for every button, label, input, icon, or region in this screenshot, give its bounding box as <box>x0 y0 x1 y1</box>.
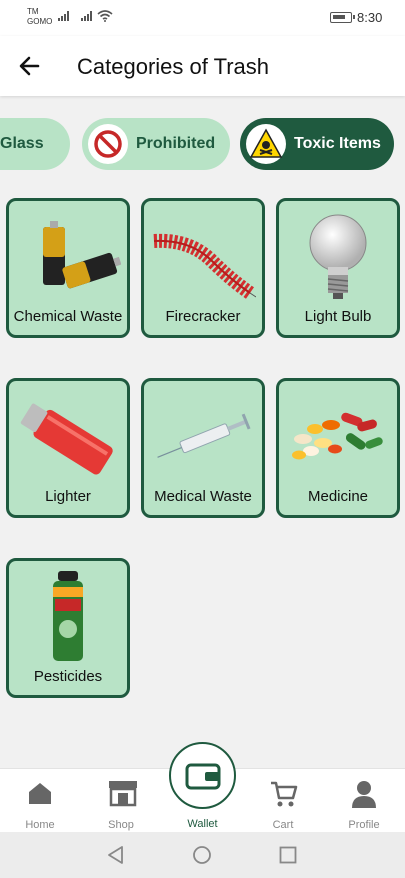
battery-icon <box>330 12 355 23</box>
carrier-line-2: GOMO <box>27 17 53 26</box>
app-header: Categories of Trash <box>0 36 405 96</box>
item-card-medicine[interactable]: Medicine <box>276 378 400 518</box>
pills-icon <box>292 412 383 460</box>
page-title: Categories of Trash <box>77 54 269 79</box>
home-circle-icon[interactable] <box>192 845 212 865</box>
profile-icon <box>352 781 376 808</box>
carrier-name: TM GOMO <box>27 7 52 27</box>
item-label: Medical Waste <box>154 488 252 505</box>
chip-glass[interactable]: Glass <box>0 118 70 170</box>
nav-label: Home <box>25 819 55 831</box>
clock: 8:30 <box>357 10 383 25</box>
wallet-icon <box>185 763 220 789</box>
prohibited-icon <box>88 124 128 164</box>
item-label: Chemical Waste <box>13 308 123 325</box>
back-triangle-icon[interactable] <box>106 845 126 865</box>
signal-icon <box>81 11 92 21</box>
syringe-icon <box>157 413 251 458</box>
item-card-firecracker[interactable]: Firecracker <box>141 198 265 338</box>
signal-icon <box>58 11 69 21</box>
item-label: Pesticides <box>33 668 103 685</box>
nav-profile[interactable]: Profile <box>329 769 399 833</box>
shop-icon <box>109 781 137 807</box>
item-label: Medicine <box>307 488 369 505</box>
system-navigation-bar <box>0 832 405 878</box>
item-label: Lighter <box>45 488 91 505</box>
item-card-lighter[interactable]: Lighter <box>6 378 130 518</box>
chip-label: Toxic Items <box>294 135 381 152</box>
nav-shop[interactable]: Shop <box>86 769 156 833</box>
home-icon <box>29 783 51 804</box>
item-card-pesticides[interactable]: Pesticides <box>6 558 130 698</box>
toxic-warning-icon <box>246 124 286 164</box>
cart-icon <box>271 781 298 807</box>
wifi-icon <box>97 10 113 22</box>
firecracker-icon <box>153 233 256 299</box>
nav-label: Profile <box>348 819 380 831</box>
lighter-icon <box>20 403 113 475</box>
pesticide-can-icon <box>53 571 83 661</box>
category-chips: Glass Prohibited Toxic Items <box>0 118 405 172</box>
chip-label: Glass <box>0 135 44 152</box>
nav-home[interactable]: Home <box>5 769 75 833</box>
nav-label: Shop <box>108 819 134 831</box>
chip-prohibited[interactable]: Prohibited <box>82 118 230 170</box>
chip-label: Prohibited <box>136 135 216 152</box>
nav-label: Cart <box>272 819 294 831</box>
item-label: Firecracker <box>165 308 241 325</box>
status-bar: TM GOMO 8:30 <box>0 0 405 36</box>
carrier-line-1: TM <box>27 7 39 16</box>
item-card-chemical-waste[interactable]: Chemical Waste <box>6 198 130 338</box>
item-label: Light Bulb <box>304 308 372 325</box>
item-card-medical-waste[interactable]: Medical Waste <box>141 378 265 518</box>
arrow-left-icon[interactable] <box>16 52 44 80</box>
recents-square-icon[interactable] <box>279 846 297 864</box>
batteries-icon <box>43 221 121 289</box>
nav-label-wallet: Wallet <box>187 818 218 830</box>
nav-cart[interactable]: Cart <box>248 769 318 833</box>
wallet-button[interactable] <box>169 742 236 809</box>
item-card-light-bulb[interactable]: Light Bulb <box>276 198 400 338</box>
chip-toxic-items[interactable]: Toxic Items <box>240 118 394 170</box>
light-bulb-icon <box>309 214 367 299</box>
